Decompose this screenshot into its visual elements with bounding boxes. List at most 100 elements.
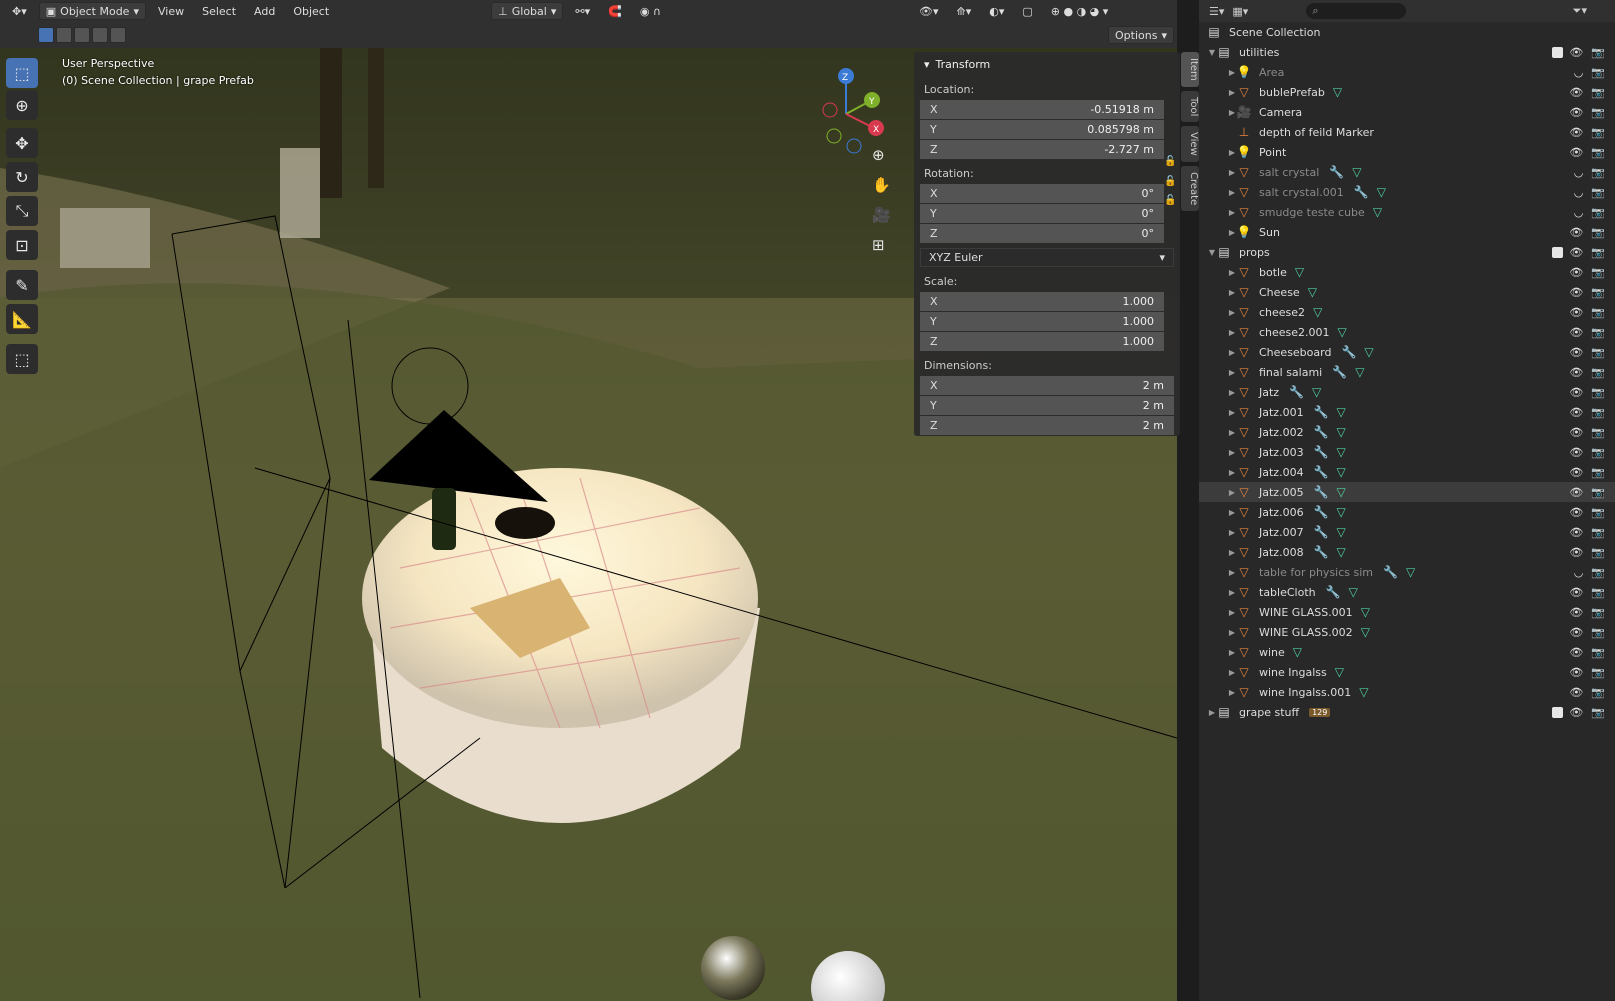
scene-collection-row[interactable]: ▤ Scene Collection	[1199, 22, 1615, 42]
outliner-collection-row[interactable]: ▶ ▤ grape stuff 129 👁 📷	[1199, 702, 1615, 722]
modifier-wrench-icon[interactable]: 🔧	[1289, 385, 1304, 399]
outliner-collection-row[interactable]: ▼ ▤ props 👁 📷	[1199, 242, 1615, 262]
mesh-data-icon[interactable]: ▽	[1337, 465, 1346, 479]
disclosure-triangle-icon[interactable]: ▶	[1227, 648, 1237, 657]
disclosure-triangle-icon[interactable]: ▶	[1207, 708, 1217, 717]
outliner-object-row[interactable]: ▶ ▽ smudge teste cube ▽ ◡ 📷	[1199, 202, 1615, 222]
eye-icon[interactable]: 👁	[1569, 546, 1583, 559]
mesh-data-icon[interactable]: ▽	[1337, 405, 1346, 419]
mesh-data-icon[interactable]: ▽	[1333, 85, 1342, 99]
render-camera-icon[interactable]: 📷	[1591, 706, 1605, 719]
modifier-wrench-icon[interactable]: 🔧	[1314, 425, 1329, 439]
outliner-object-row[interactable]: ▶ ▽ Jatz.007 🔧 ▽ 👁 📷	[1199, 522, 1615, 542]
location-y-field[interactable]: Y 0.085798 m	[920, 120, 1164, 139]
collection-checkbox[interactable]	[1552, 706, 1563, 718]
modifier-wrench-icon[interactable]: 🔧	[1314, 445, 1329, 459]
outliner-object-row[interactable]: ▶ ▽ WINE GLASS.002 ▽ 👁 📷	[1199, 622, 1615, 642]
eye-icon[interactable]: 👁	[1569, 86, 1583, 99]
render-camera-icon[interactable]: 📷	[1591, 66, 1605, 79]
render-camera-icon[interactable]: 📷	[1591, 106, 1605, 119]
add-cube-tool[interactable]: ⬚	[6, 344, 38, 374]
modifier-wrench-icon[interactable]: 🔧	[1332, 365, 1347, 379]
outliner-collection-row[interactable]: ▼ ▤ utilities 👁 📷	[1199, 42, 1615, 62]
menu-add[interactable]: Add	[248, 2, 281, 20]
render-camera-icon[interactable]: 📷	[1591, 566, 1605, 579]
render-camera-icon[interactable]: 📷	[1591, 366, 1605, 379]
eye-icon[interactable]: 👁	[1569, 126, 1583, 139]
outliner-object-row[interactable]: ▶ ▽ final salami 🔧 ▽ 👁 📷	[1199, 362, 1615, 382]
annotate-tool[interactable]: ✎	[6, 270, 38, 300]
xray-icon[interactable]: ▢	[1016, 2, 1038, 20]
shading-modes[interactable]: ⊕ ● ◑ ◕ ▾	[1045, 2, 1115, 20]
eye-icon[interactable]: 👁	[1569, 306, 1583, 319]
disclosure-triangle-icon[interactable]: ▶	[1227, 288, 1237, 297]
render-camera-icon[interactable]: 📷	[1591, 546, 1605, 559]
render-camera-icon[interactable]: 📷	[1591, 246, 1605, 259]
outliner-object-row[interactable]: ▶ ▽ Jatz 🔧 ▽ 👁 📷	[1199, 382, 1615, 402]
eye-icon[interactable]: 👁	[1569, 466, 1583, 479]
render-camera-icon[interactable]: 📷	[1591, 166, 1605, 179]
disclosure-triangle-icon[interactable]: ▶	[1227, 488, 1237, 497]
child-count-badge[interactable]: 129	[1309, 707, 1331, 717]
render-camera-icon[interactable]: 📷	[1591, 146, 1605, 159]
eye-icon[interactable]: 👁	[1569, 646, 1583, 659]
scale-y-field[interactable]: Y 1.000	[920, 312, 1164, 331]
disclosure-triangle-icon[interactable]: ▶	[1227, 308, 1237, 317]
disclosure-triangle-icon[interactable]: ▶	[1227, 608, 1237, 617]
modifier-wrench-icon[interactable]: 🔧	[1314, 545, 1329, 559]
disclosure-triangle-icon[interactable]: ▶	[1227, 148, 1237, 157]
render-camera-icon[interactable]: 📷	[1591, 326, 1605, 339]
mesh-data-icon[interactable]: ▽	[1337, 525, 1346, 539]
visibility-icon[interactable]: 👁▾	[913, 2, 945, 20]
render-camera-icon[interactable]: 📷	[1591, 86, 1605, 99]
disclosure-triangle-icon[interactable]: ▶	[1227, 68, 1237, 77]
mesh-data-icon[interactable]: ▽	[1335, 665, 1344, 679]
eye-icon[interactable]: 👁	[1569, 426, 1583, 439]
mesh-data-icon[interactable]: ▽	[1338, 325, 1347, 339]
mesh-data-icon[interactable]: ▽	[1377, 185, 1386, 199]
filter-view-icon[interactable]: ▦▾	[1232, 5, 1248, 18]
disclosure-triangle-icon[interactable]: ▶	[1227, 508, 1237, 517]
render-camera-icon[interactable]: 📷	[1591, 126, 1605, 139]
disclosure-triangle-icon[interactable]: ▶	[1227, 688, 1237, 697]
tab-item[interactable]: Item	[1181, 52, 1199, 87]
outliner-object-row[interactable]: ▶ ▽ cheese2.001 ▽ 👁 📷	[1199, 322, 1615, 342]
render-camera-icon[interactable]: 📷	[1591, 626, 1605, 639]
outliner-object-row[interactable]: ▶ ▽ salt crystal 🔧 ▽ ◡ 📷	[1199, 162, 1615, 182]
render-camera-icon[interactable]: 📷	[1591, 526, 1605, 539]
outliner-object-row[interactable]: ▶ ▽ Jatz.001 🔧 ▽ 👁 📷	[1199, 402, 1615, 422]
options-button[interactable]: Options ▾	[1108, 26, 1174, 44]
modifier-wrench-icon[interactable]: 🔧	[1314, 505, 1329, 519]
cursor-tool[interactable]: ⊕	[6, 90, 38, 120]
disclosure-triangle-icon[interactable]: ▶	[1227, 88, 1237, 97]
eye-icon[interactable]: 👁	[1569, 506, 1583, 519]
render-camera-icon[interactable]: 📷	[1591, 446, 1605, 459]
outliner-object-row[interactable]: ▶ 💡 Point 👁 📷	[1199, 142, 1615, 162]
pivot-icon[interactable]: ⚯▾	[569, 2, 596, 20]
eye-icon[interactable]: 👁	[1569, 246, 1583, 259]
scale-x-field[interactable]: X 1.000	[920, 292, 1164, 311]
outliner-object-row[interactable]: ▶ ▽ botle ▽ 👁 📷	[1199, 262, 1615, 282]
render-camera-icon[interactable]: 📷	[1591, 266, 1605, 279]
eye-icon[interactable]: 👁	[1569, 526, 1583, 539]
modifier-wrench-icon[interactable]: 🔧	[1314, 465, 1329, 479]
filter-icon[interactable]: ⏷▾	[1573, 4, 1587, 18]
eye-icon[interactable]: 👁	[1569, 626, 1583, 639]
disclosure-triangle-icon[interactable]: ▶	[1227, 588, 1237, 597]
tab-view[interactable]: View	[1181, 126, 1199, 162]
modifier-wrench-icon[interactable]: 🔧	[1314, 525, 1329, 539]
eye-icon[interactable]: 👁	[1569, 226, 1583, 239]
rotate-tool[interactable]: ↻	[6, 162, 38, 192]
render-camera-icon[interactable]: 📷	[1591, 586, 1605, 599]
eye-icon[interactable]: 👁	[1569, 326, 1583, 339]
rotation-z-field[interactable]: Z 0°	[920, 224, 1164, 243]
lock-icon[interactable]: 🔓	[1164, 152, 1176, 172]
overlay-icon[interactable]: ◐▾	[983, 2, 1010, 20]
lock-icon[interactable]: 🔓	[1164, 172, 1176, 192]
hidden-eye-icon[interactable]: ◡	[1574, 66, 1584, 79]
disclosure-triangle-icon[interactable]: ▶	[1227, 348, 1237, 357]
render-camera-icon[interactable]: 📷	[1591, 666, 1605, 679]
render-camera-icon[interactable]: 📷	[1591, 686, 1605, 699]
outliner-object-row[interactable]: ▶ ▽ Jatz.005 🔧 ▽ 👁 📷	[1199, 482, 1615, 502]
mesh-data-icon[interactable]: ▽	[1361, 605, 1370, 619]
